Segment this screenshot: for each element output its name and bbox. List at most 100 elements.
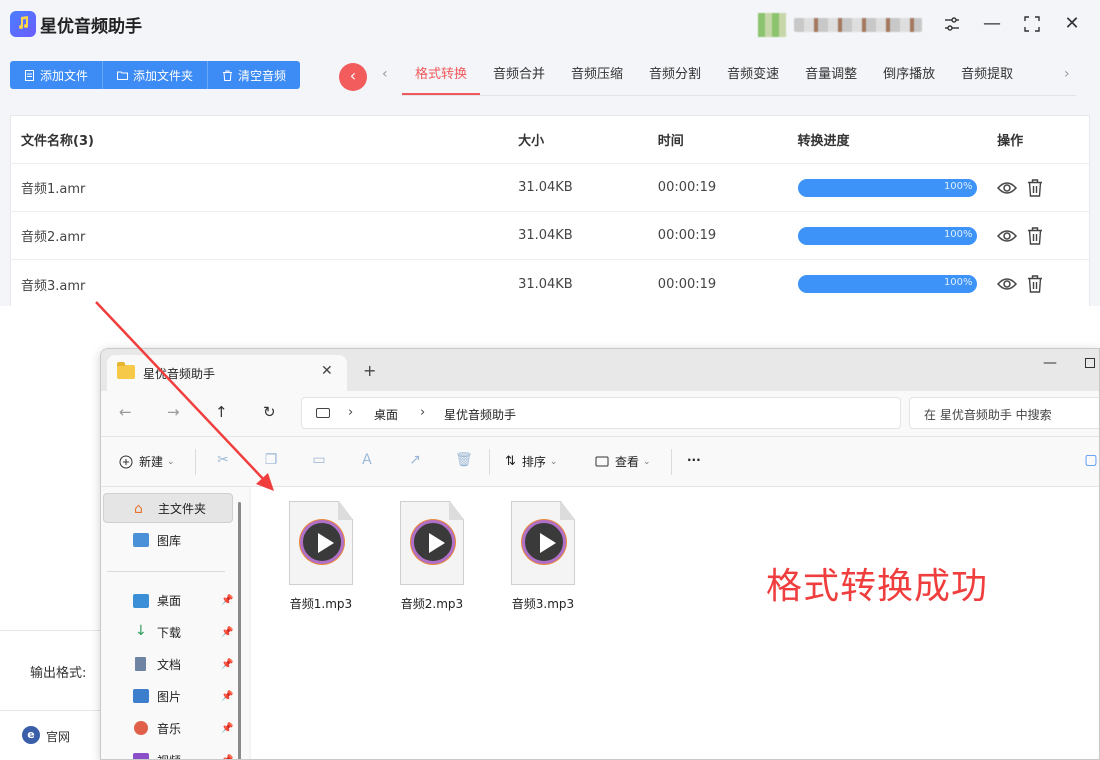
tab-close-icon[interactable]: ✕ xyxy=(321,363,333,379)
explorer-command-bar: 新建 ⌄ ✂ ❐ ▭ Ａ ↗ 🗑 ⇅ 排序 ⌄ 查看 ⌄ ··· ▢ xyxy=(101,437,1099,487)
sidebar-item-documents[interactable]: 文档 📌 xyxy=(103,649,233,679)
tab-audio-extract[interactable]: 音频提取 xyxy=(948,58,1026,95)
explorer-tab-bar: 星优音频助手 ✕ + — xyxy=(101,349,1099,391)
view-button[interactable]: 查看 ⌄ xyxy=(595,453,651,470)
explorer-sidebar: ⌂ 主文件夹 图库 桌面 📌 ↓ 下载 📌 文档 📌 图片 📌 音乐 📌 📌 xyxy=(101,487,249,760)
pin-icon[interactable]: 📌 xyxy=(221,755,233,760)
audio-file-icon xyxy=(400,501,464,585)
file-item[interactable]: 音频3.mp3 xyxy=(503,501,583,612)
sidebar-item-home[interactable]: ⌂ 主文件夹 xyxy=(103,493,233,523)
minimize-icon[interactable]: — xyxy=(980,12,1004,36)
plus-circle-icon xyxy=(119,455,133,468)
tab-next-icon[interactable]: › xyxy=(1064,66,1070,82)
clear-audio-label: 清空音频 xyxy=(238,68,287,83)
sidebar-label: 视频 xyxy=(157,752,181,760)
delete-icon[interactable]: 🗑 xyxy=(455,452,473,468)
paste-icon[interactable]: ▭ xyxy=(311,452,327,468)
more-options-button[interactable]: ··· xyxy=(687,453,701,467)
download-icon: ↓ xyxy=(135,623,147,639)
music-icon xyxy=(134,721,148,735)
search-input[interactable]: 在 星优音频助手 中搜索 xyxy=(909,397,1099,429)
sidebar-item-desktop[interactable]: 桌面 📌 xyxy=(103,585,233,615)
collapse-button[interactable]: ‹ xyxy=(339,63,367,91)
forward-arrow-icon[interactable]: → xyxy=(167,403,180,421)
file-time: 00:00:19 xyxy=(657,276,717,292)
trash-icon[interactable] xyxy=(1027,178,1043,197)
sidebar-label: 下载 xyxy=(157,625,182,640)
pin-icon[interactable]: 📌 xyxy=(221,691,233,702)
cut-icon[interactable]: ✂ xyxy=(215,452,231,468)
file-name: 音频2.amr xyxy=(21,230,86,245)
back-arrow-icon[interactable]: ← xyxy=(119,403,132,421)
new-button[interactable]: 新建 ⌄ xyxy=(119,453,175,470)
website-icon[interactable]: e xyxy=(22,726,40,744)
sidebar-label: 文档 xyxy=(157,657,182,672)
view-label: 查看 xyxy=(615,455,640,469)
user-avatar[interactable] xyxy=(758,13,786,37)
breadcrumb-desktop[interactable]: 桌面 xyxy=(374,406,398,423)
sort-button[interactable]: ⇅ 排序 ⌄ xyxy=(505,453,557,470)
sidebar-item-music[interactable]: 音乐 📌 xyxy=(103,713,233,743)
file-label: 音频1.mp3 xyxy=(289,597,353,611)
sidebar-item-downloads[interactable]: ↓ 下载 📌 xyxy=(103,617,233,647)
refresh-icon[interactable]: ↻ xyxy=(263,403,276,421)
table-row[interactable]: 音频3.amr 31.04KB 00:00:19 100% xyxy=(11,260,1089,308)
toolbar: 添加文件 添加文件夹 清空音频 xyxy=(10,61,301,89)
sidebar-scrollbar[interactable] xyxy=(238,502,241,759)
pin-icon[interactable]: 📌 xyxy=(221,659,233,670)
file-size: 31.04KB xyxy=(518,276,573,292)
details-pane-icon[interactable]: ▢ xyxy=(1083,452,1099,468)
tab-prev-icon[interactable]: ‹ xyxy=(382,66,388,82)
settings-icon[interactable] xyxy=(940,12,964,36)
copy-icon[interactable]: ❐ xyxy=(263,452,279,468)
sidebar-item-videos[interactable]: 视频 📌 xyxy=(103,745,233,760)
trash-icon[interactable] xyxy=(1027,275,1043,293)
sidebar-label: 桌面 xyxy=(157,593,182,608)
address-bar[interactable]: › 桌面 › 星优音频助手 xyxy=(301,397,901,429)
table-row[interactable]: 音频1.amr 31.04KB 00:00:19 100% xyxy=(11,164,1089,212)
explorer-minimize-icon[interactable]: — xyxy=(1043,355,1057,371)
sidebar-item-pictures[interactable]: 图片 📌 xyxy=(103,681,233,711)
divider xyxy=(0,710,100,711)
maximize-icon[interactable] xyxy=(1020,12,1044,36)
table-row[interactable]: 音频2.amr 31.04KB 00:00:19 100% xyxy=(11,212,1089,260)
sidebar-label: 图片 xyxy=(157,689,182,704)
pin-icon[interactable]: 📌 xyxy=(221,723,233,734)
file-item[interactable]: 音频1.mp3 xyxy=(281,501,361,612)
tab-audio-split[interactable]: 音频分割 xyxy=(636,58,714,95)
pin-icon[interactable]: 📌 xyxy=(221,627,233,638)
trash-icon[interactable] xyxy=(1027,226,1043,245)
breadcrumb-folder[interactable]: 星优音频助手 xyxy=(444,406,516,423)
explorer-tab[interactable]: 星优音频助手 ✕ xyxy=(107,355,347,391)
desktop-icon xyxy=(133,594,149,608)
share-icon[interactable]: ↗ xyxy=(407,452,423,468)
rename-icon[interactable]: Ａ xyxy=(359,452,375,468)
tab-format-convert[interactable]: 格式转换 xyxy=(402,58,481,95)
file-label: 音频2.mp3 xyxy=(400,597,464,611)
tab-audio-merge[interactable]: 音频合并 xyxy=(480,58,558,95)
website-link[interactable]: 官网 xyxy=(46,728,70,745)
close-icon[interactable]: ✕ xyxy=(1060,12,1084,36)
eye-icon[interactable] xyxy=(997,229,1018,243)
eye-icon[interactable] xyxy=(997,277,1018,291)
user-name-blurred[interactable] xyxy=(794,18,922,32)
new-tab-icon[interactable]: + xyxy=(363,361,376,380)
eye-icon[interactable] xyxy=(997,181,1018,195)
sidebar-label: 主文件夹 xyxy=(158,501,207,516)
add-folder-button[interactable]: 添加文件夹 xyxy=(103,61,209,89)
sort-label: 排序 xyxy=(521,455,546,469)
audio-file-icon xyxy=(289,501,353,585)
tab-volume-adjust[interactable]: 音量调整 xyxy=(792,58,870,95)
sidebar-item-gallery[interactable]: 图库 xyxy=(103,525,233,555)
tab-audio-compress[interactable]: 音频压缩 xyxy=(558,58,636,95)
pin-icon[interactable]: 📌 xyxy=(221,595,233,606)
add-file-button[interactable]: 添加文件 xyxy=(10,61,104,89)
up-arrow-icon[interactable]: ↑ xyxy=(215,403,228,421)
home-icon: ⌂ xyxy=(134,501,143,517)
file-item[interactable]: 音频2.mp3 xyxy=(392,501,472,612)
tab-reverse-play[interactable]: 倒序播放 xyxy=(870,58,948,95)
divider xyxy=(489,449,490,475)
tab-audio-speed[interactable]: 音频变速 xyxy=(714,58,792,95)
clear-audio-button[interactable]: 清空音频 xyxy=(208,61,301,89)
explorer-maximize-icon[interactable] xyxy=(1085,358,1095,368)
